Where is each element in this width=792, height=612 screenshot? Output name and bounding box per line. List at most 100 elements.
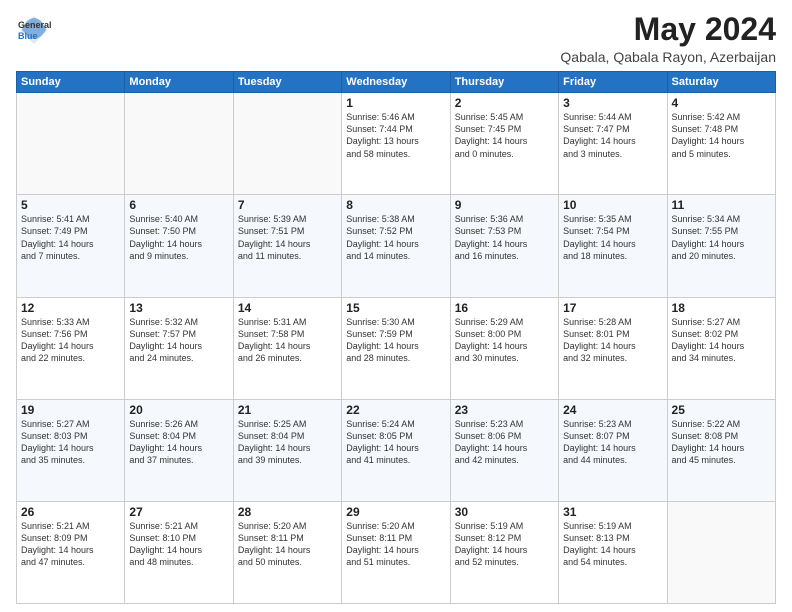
- header-monday: Monday: [125, 72, 233, 93]
- day-number: 1: [346, 96, 445, 110]
- calendar-cell-2-4: 16Sunrise: 5:29 AM Sunset: 8:00 PM Dayli…: [450, 297, 558, 399]
- logo: General Blue: [16, 12, 52, 48]
- day-info: Sunrise: 5:34 AM Sunset: 7:55 PM Dayligh…: [672, 213, 771, 262]
- day-info: Sunrise: 5:33 AM Sunset: 7:56 PM Dayligh…: [21, 316, 120, 365]
- day-number: 26: [21, 505, 120, 519]
- day-info: Sunrise: 5:44 AM Sunset: 7:47 PM Dayligh…: [563, 111, 662, 160]
- calendar-cell-0-3: 1Sunrise: 5:46 AM Sunset: 7:44 PM Daylig…: [342, 93, 450, 195]
- calendar-cell-3-6: 25Sunrise: 5:22 AM Sunset: 8:08 PM Dayli…: [667, 399, 775, 501]
- day-number: 13: [129, 301, 228, 315]
- day-info: Sunrise: 5:26 AM Sunset: 8:04 PM Dayligh…: [129, 418, 228, 467]
- day-number: 22: [346, 403, 445, 417]
- header-sunday: Sunday: [17, 72, 125, 93]
- logo-icon: General Blue: [16, 12, 52, 48]
- day-number: 3: [563, 96, 662, 110]
- day-info: Sunrise: 5:36 AM Sunset: 7:53 PM Dayligh…: [455, 213, 554, 262]
- day-number: 15: [346, 301, 445, 315]
- day-number: 16: [455, 301, 554, 315]
- day-number: 27: [129, 505, 228, 519]
- calendar-header-row: Sunday Monday Tuesday Wednesday Thursday…: [17, 72, 776, 93]
- calendar-cell-4-4: 30Sunrise: 5:19 AM Sunset: 8:12 PM Dayli…: [450, 501, 558, 603]
- day-number: 21: [238, 403, 337, 417]
- calendar-cell-0-6: 4Sunrise: 5:42 AM Sunset: 7:48 PM Daylig…: [667, 93, 775, 195]
- day-info: Sunrise: 5:23 AM Sunset: 8:06 PM Dayligh…: [455, 418, 554, 467]
- week-row-1: 5Sunrise: 5:41 AM Sunset: 7:49 PM Daylig…: [17, 195, 776, 297]
- calendar-cell-4-3: 29Sunrise: 5:20 AM Sunset: 8:11 PM Dayli…: [342, 501, 450, 603]
- calendar-cell-3-2: 21Sunrise: 5:25 AM Sunset: 8:04 PM Dayli…: [233, 399, 341, 501]
- day-info: Sunrise: 5:41 AM Sunset: 7:49 PM Dayligh…: [21, 213, 120, 262]
- header-tuesday: Tuesday: [233, 72, 341, 93]
- day-number: 10: [563, 198, 662, 212]
- calendar-cell-1-6: 11Sunrise: 5:34 AM Sunset: 7:55 PM Dayli…: [667, 195, 775, 297]
- day-info: Sunrise: 5:19 AM Sunset: 8:13 PM Dayligh…: [563, 520, 662, 569]
- calendar-cell-4-2: 28Sunrise: 5:20 AM Sunset: 8:11 PM Dayli…: [233, 501, 341, 603]
- week-row-0: 1Sunrise: 5:46 AM Sunset: 7:44 PM Daylig…: [17, 93, 776, 195]
- calendar-cell-2-0: 12Sunrise: 5:33 AM Sunset: 7:56 PM Dayli…: [17, 297, 125, 399]
- calendar-cell-1-1: 6Sunrise: 5:40 AM Sunset: 7:50 PM Daylig…: [125, 195, 233, 297]
- calendar-cell-1-5: 10Sunrise: 5:35 AM Sunset: 7:54 PM Dayli…: [559, 195, 667, 297]
- day-number: 18: [672, 301, 771, 315]
- title-block: May 2024 Qabala, Qabala Rayon, Azerbaija…: [560, 12, 776, 65]
- day-info: Sunrise: 5:27 AM Sunset: 8:02 PM Dayligh…: [672, 316, 771, 365]
- day-info: Sunrise: 5:27 AM Sunset: 8:03 PM Dayligh…: [21, 418, 120, 467]
- day-info: Sunrise: 5:21 AM Sunset: 8:09 PM Dayligh…: [21, 520, 120, 569]
- day-number: 4: [672, 96, 771, 110]
- calendar-cell-3-3: 22Sunrise: 5:24 AM Sunset: 8:05 PM Dayli…: [342, 399, 450, 501]
- day-number: 11: [672, 198, 771, 212]
- week-row-2: 12Sunrise: 5:33 AM Sunset: 7:56 PM Dayli…: [17, 297, 776, 399]
- day-info: Sunrise: 5:31 AM Sunset: 7:58 PM Dayligh…: [238, 316, 337, 365]
- day-number: 12: [21, 301, 120, 315]
- svg-text:Blue: Blue: [18, 31, 38, 41]
- day-info: Sunrise: 5:19 AM Sunset: 8:12 PM Dayligh…: [455, 520, 554, 569]
- header-thursday: Thursday: [450, 72, 558, 93]
- day-number: 28: [238, 505, 337, 519]
- day-number: 5: [21, 198, 120, 212]
- day-info: Sunrise: 5:21 AM Sunset: 8:10 PM Dayligh…: [129, 520, 228, 569]
- week-row-4: 26Sunrise: 5:21 AM Sunset: 8:09 PM Dayli…: [17, 501, 776, 603]
- day-number: 23: [455, 403, 554, 417]
- calendar-cell-0-1: [125, 93, 233, 195]
- day-info: Sunrise: 5:23 AM Sunset: 8:07 PM Dayligh…: [563, 418, 662, 467]
- header: General Blue May 2024 Qabala, Qabala Ray…: [16, 12, 776, 65]
- day-info: Sunrise: 5:24 AM Sunset: 8:05 PM Dayligh…: [346, 418, 445, 467]
- page: General Blue May 2024 Qabala, Qabala Ray…: [0, 0, 792, 612]
- day-number: 9: [455, 198, 554, 212]
- svg-text:General: General: [18, 20, 52, 30]
- day-info: Sunrise: 5:38 AM Sunset: 7:52 PM Dayligh…: [346, 213, 445, 262]
- calendar-cell-0-4: 2Sunrise: 5:45 AM Sunset: 7:45 PM Daylig…: [450, 93, 558, 195]
- day-number: 24: [563, 403, 662, 417]
- day-info: Sunrise: 5:28 AM Sunset: 8:01 PM Dayligh…: [563, 316, 662, 365]
- week-row-3: 19Sunrise: 5:27 AM Sunset: 8:03 PM Dayli…: [17, 399, 776, 501]
- calendar-cell-3-5: 24Sunrise: 5:23 AM Sunset: 8:07 PM Dayli…: [559, 399, 667, 501]
- calendar-cell-1-4: 9Sunrise: 5:36 AM Sunset: 7:53 PM Daylig…: [450, 195, 558, 297]
- calendar-cell-2-6: 18Sunrise: 5:27 AM Sunset: 8:02 PM Dayli…: [667, 297, 775, 399]
- day-info: Sunrise: 5:29 AM Sunset: 8:00 PM Dayligh…: [455, 316, 554, 365]
- calendar-cell-2-1: 13Sunrise: 5:32 AM Sunset: 7:57 PM Dayli…: [125, 297, 233, 399]
- calendar-cell-2-2: 14Sunrise: 5:31 AM Sunset: 7:58 PM Dayli…: [233, 297, 341, 399]
- month-title: May 2024: [560, 12, 776, 47]
- day-info: Sunrise: 5:25 AM Sunset: 8:04 PM Dayligh…: [238, 418, 337, 467]
- header-wednesday: Wednesday: [342, 72, 450, 93]
- day-number: 30: [455, 505, 554, 519]
- day-info: Sunrise: 5:40 AM Sunset: 7:50 PM Dayligh…: [129, 213, 228, 262]
- calendar-cell-1-3: 8Sunrise: 5:38 AM Sunset: 7:52 PM Daylig…: [342, 195, 450, 297]
- calendar-cell-4-5: 31Sunrise: 5:19 AM Sunset: 8:13 PM Dayli…: [559, 501, 667, 603]
- day-number: 2: [455, 96, 554, 110]
- day-info: Sunrise: 5:35 AM Sunset: 7:54 PM Dayligh…: [563, 213, 662, 262]
- calendar-cell-0-2: [233, 93, 341, 195]
- day-number: 17: [563, 301, 662, 315]
- calendar-cell-3-0: 19Sunrise: 5:27 AM Sunset: 8:03 PM Dayli…: [17, 399, 125, 501]
- calendar-cell-1-2: 7Sunrise: 5:39 AM Sunset: 7:51 PM Daylig…: [233, 195, 341, 297]
- calendar-cell-4-1: 27Sunrise: 5:21 AM Sunset: 8:10 PM Dayli…: [125, 501, 233, 603]
- calendar-cell-2-3: 15Sunrise: 5:30 AM Sunset: 7:59 PM Dayli…: [342, 297, 450, 399]
- day-info: Sunrise: 5:39 AM Sunset: 7:51 PM Dayligh…: [238, 213, 337, 262]
- day-number: 31: [563, 505, 662, 519]
- header-saturday: Saturday: [667, 72, 775, 93]
- day-number: 6: [129, 198, 228, 212]
- calendar-cell-4-0: 26Sunrise: 5:21 AM Sunset: 8:09 PM Dayli…: [17, 501, 125, 603]
- day-number: 19: [21, 403, 120, 417]
- location-title: Qabala, Qabala Rayon, Azerbaijan: [560, 49, 776, 65]
- day-info: Sunrise: 5:22 AM Sunset: 8:08 PM Dayligh…: [672, 418, 771, 467]
- calendar-cell-3-1: 20Sunrise: 5:26 AM Sunset: 8:04 PM Dayli…: [125, 399, 233, 501]
- day-number: 29: [346, 505, 445, 519]
